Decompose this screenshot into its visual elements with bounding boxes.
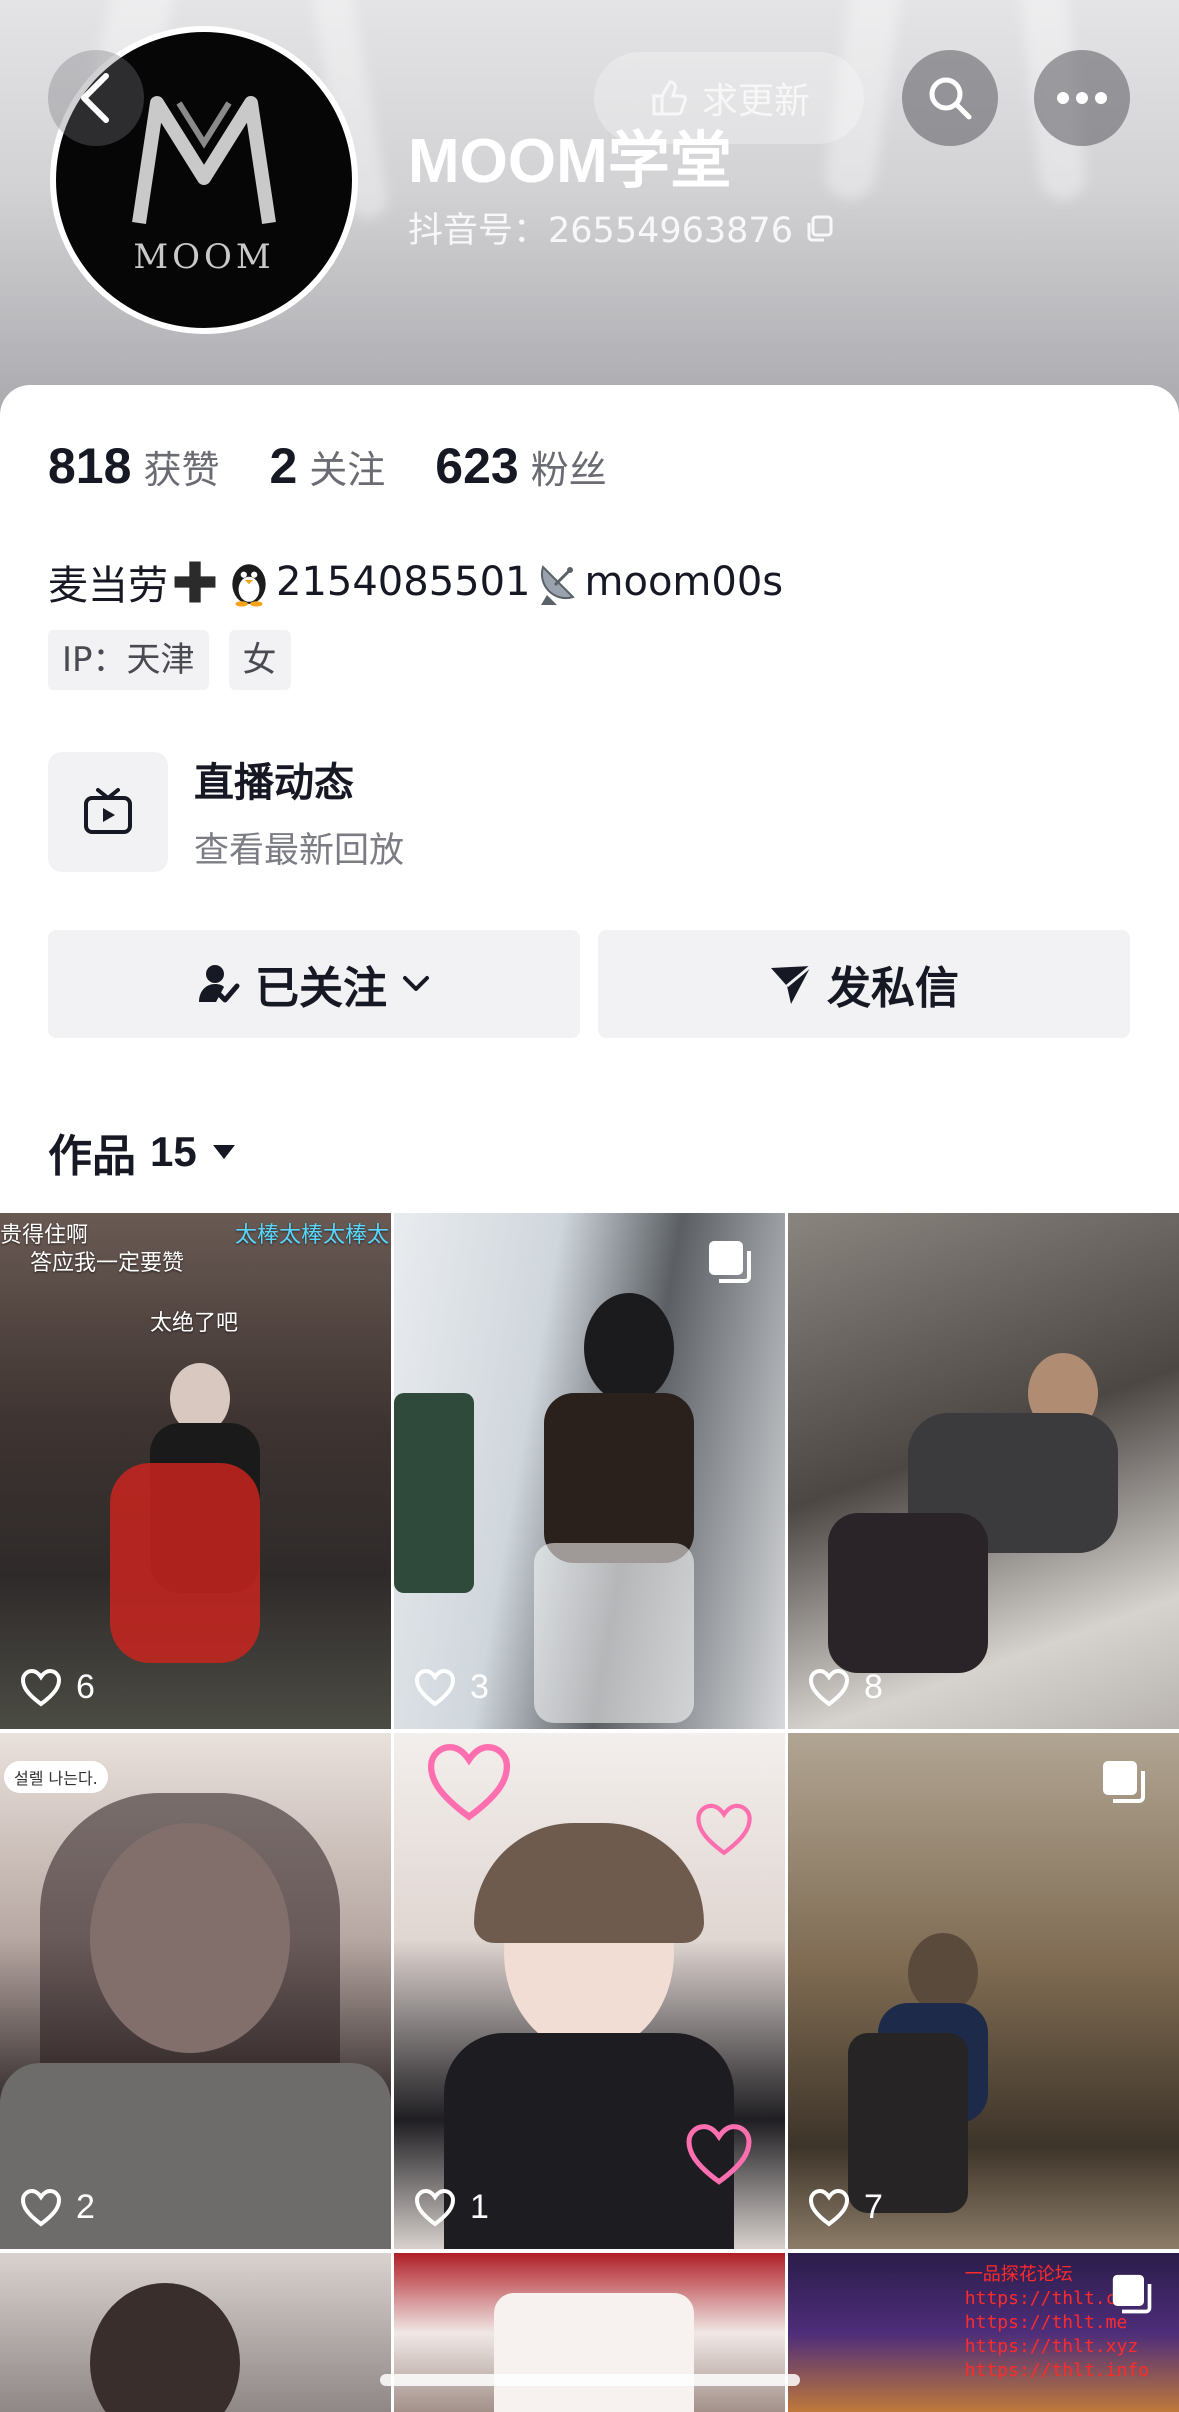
profile-actions: 已关注 发私信 [48,930,1130,1038]
heart-icon [414,2188,456,2226]
bio-part-1: 麦当劳 [48,563,168,609]
heart-icon [20,2188,62,2226]
brand-logo-icon [132,96,276,225]
tile-like-count: 7 [864,2188,883,2226]
video-tile[interactable]: 贵得住啊 太棒太棒太棒太 答应我一定要赞 太绝了吧 6 [0,1213,391,1729]
chevron-left-icon [81,73,109,123]
tile-likes: 2 [20,2188,95,2227]
tile-like-count: 3 [470,1668,489,1706]
avatar-brand-text: MOOM [133,237,275,277]
douyin-id-row: 抖音号：26554963876 [408,202,835,253]
send-message-button[interactable]: 发私信 [598,930,1130,1038]
heart-sticker-icon [427,1744,511,1821]
search-icon [929,77,972,120]
heart-sticker-icon [686,2124,752,2185]
bio-part-2: 2154085501 [276,559,531,605]
works-count: 15 [150,1128,197,1175]
works-tab[interactable]: 作品 15 [48,1120,237,1184]
stat-followers-count: 623 [435,438,519,494]
gender-tag: 女 [228,630,291,690]
multi-image-icon [709,1241,751,1283]
ip-location-tag: IP：天津 [48,630,209,690]
tile-bubble-text: 설렐 나는다. [4,1761,108,1793]
tile-likes: 6 [20,1668,95,1707]
heart-icon [20,1668,62,1706]
profile-banner: MOOM 求更新 MOOM学堂 抖音号：26554963876 [0,0,1179,420]
douyin-id-label: 抖音号： [408,211,549,251]
stats-row: 818 获赞 2 关注 623 粉丝 [48,437,657,495]
home-indicator[interactable] [380,2374,800,2386]
chevron-down-icon [403,976,429,991]
stat-followers-label: 粉丝 [530,448,607,492]
stat-likes[interactable]: 818 获赞 [48,437,219,495]
multi-image-icon [1112,2274,1152,2314]
tile-likes: 1 [414,2188,489,2227]
video-tile[interactable]: 7 [788,1733,1179,2249]
live-tv-icon-box [48,751,168,872]
video-tile[interactable]: 1 [394,1733,785,2249]
tile-likes: 3 [414,1668,489,1707]
tile-like-count: 2 [76,2188,95,2226]
send-message-label: 发私信 [827,963,959,1014]
following-button-label: 已关注 [255,963,387,1014]
tile-caption-2: 太棒太棒太棒太 [234,1223,389,1248]
multi-image-icon [1103,1761,1145,1803]
video-tile[interactable] [0,2253,391,2412]
watermark-line: https://thlt.info [964,2360,1149,2381]
tv-icon [84,787,132,834]
user-check-icon [199,965,240,1003]
heart-icon [414,1668,456,1706]
heart-icon [808,2188,850,2226]
live-activity-entry[interactable]: 直播动态 查看最新回放 [48,750,404,873]
satellite-dish-emoji-icon [540,565,575,605]
copy-icon[interactable] [805,213,835,243]
tile-likes: 8 [808,1668,883,1707]
video-tile[interactable]: 설렐 나는다. 2 [0,1733,391,2249]
profile-tags: IP：天津 女 [48,630,291,690]
tile-like-count: 6 [76,1668,95,1706]
profile-name: MOOM学堂 [408,127,732,196]
stat-followers[interactable]: 623 粉丝 [435,437,606,495]
stat-following-label: 关注 [309,448,386,492]
stat-following[interactable]: 2 关注 [269,437,385,495]
douyin-id-value: 26554963876 [548,211,793,251]
more-dots-icon [1057,92,1107,104]
bio-text: 麦当劳 2154085501 moom00s [48,553,783,611]
following-button[interactable]: 已关注 [48,930,580,1038]
video-tile[interactable]: 3 [394,1213,785,1729]
stat-following-count: 2 [269,438,298,494]
penguin-emoji-icon [232,564,266,607]
caret-down-icon [212,1145,235,1159]
plus-emoji-icon [174,561,216,603]
tile-likes: 7 [808,2188,883,2227]
works-label: 作品 [48,1131,136,1182]
tile-like-count: 1 [470,2188,489,2226]
bio-part-3: moom00s [584,559,784,605]
watermark-line: https://thlt.xyz [964,2336,1139,2357]
live-activity-subtitle: 查看最新回放 [194,831,405,871]
stat-likes-count: 818 [48,438,132,494]
back-button[interactable] [48,50,144,146]
stat-likes-label: 获赞 [143,448,220,492]
video-tile[interactable]: 8 [788,1213,1179,1729]
video-tile[interactable]: 一品探花论坛 https://thlt.cc https://thlt.me h… [788,2253,1179,2412]
live-activity-title: 直播动态 [194,760,354,806]
heart-icon [808,1668,850,1706]
send-icon [771,964,812,1004]
tile-like-count: 8 [864,1668,883,1706]
video-tile[interactable] [394,2253,785,2412]
tile-caption-4: 太绝了吧 [150,1311,239,1336]
search-button[interactable] [902,50,998,146]
heart-sticker-icon [696,1803,752,1856]
tile-caption-3: 答应我一定要赞 [30,1251,185,1276]
more-options-button[interactable] [1034,50,1130,146]
